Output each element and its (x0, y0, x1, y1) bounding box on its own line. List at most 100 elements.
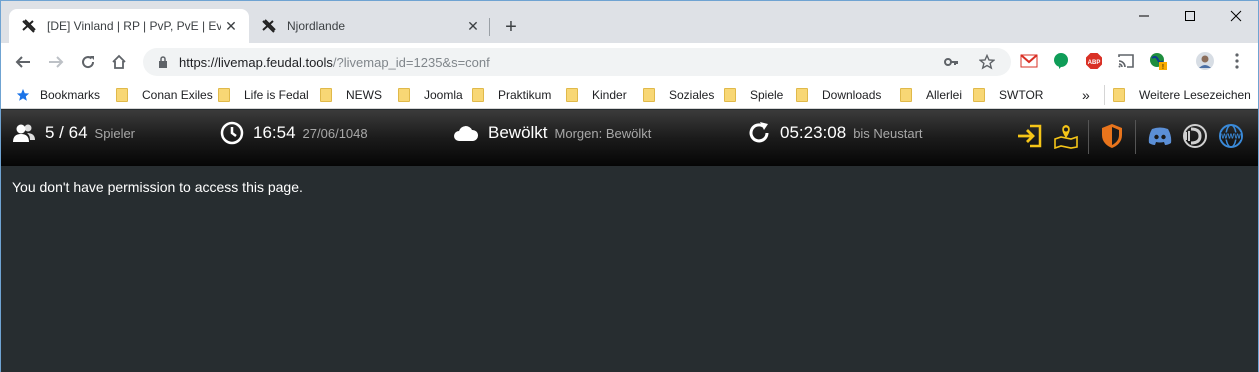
star-icon[interactable] (979, 54, 995, 70)
bookmarks-bar: Bookmarks Conan Exiles Life is Fedal NEW… (1, 81, 1258, 109)
bookmark-label: Bookmarks (40, 88, 101, 102)
page-content: You don't have permission to access this… (1, 166, 1258, 372)
new-tab-button[interactable]: + (499, 15, 523, 39)
close-tab-icon[interactable]: ✕ (221, 16, 241, 36)
player-count: 5 / 64 (45, 123, 88, 142)
shield-icon[interactable] (1099, 123, 1125, 149)
tab-strip: [DE] Vinland | RP | PvP, PvE | Events ✕ … (1, 1, 1258, 43)
bookmark-folder[interactable]: NEWS (320, 86, 382, 104)
bookmark-folder[interactable]: Conan Exiles (116, 86, 213, 104)
bookmark-folder[interactable]: Downloads (796, 86, 881, 104)
game-time: 16:54 (253, 123, 296, 142)
bookmarks-divider (1104, 85, 1105, 105)
folder-icon (973, 88, 985, 102)
restart-status: 05:23:08 bis Neustart (747, 110, 923, 156)
key-icon[interactable] (943, 54, 959, 70)
bookmarks-button[interactable]: Bookmarks (16, 86, 100, 104)
minimize-button[interactable] (1121, 1, 1167, 31)
bookmark-label: Conan Exiles (142, 88, 213, 102)
address-bar[interactable]: https://livemap.feudal.tools/?livemap_id… (143, 48, 1011, 76)
folder-icon (724, 88, 736, 102)
tab-title: [DE] Vinland | RP | PvP, PvE | Events (47, 19, 221, 33)
folder-icon (472, 88, 484, 102)
forward-button[interactable] (42, 48, 70, 76)
weather-forecast: Morgen: Bewölkt (554, 125, 652, 141)
header-divider (1135, 120, 1136, 154)
svg-text:!: ! (1162, 64, 1164, 71)
hangouts-icon[interactable] (1051, 51, 1071, 71)
player-label: Spieler (94, 125, 136, 141)
feudal-logo-icon (261, 18, 277, 34)
restart-icon (747, 121, 771, 145)
close-tab-icon[interactable]: ✕ (463, 16, 483, 36)
globe-extension-icon[interactable]: ! (1148, 51, 1168, 71)
bookmark-label: NEWS (346, 88, 382, 102)
bookmark-folder[interactable]: Joomla (398, 86, 463, 104)
cast-icon[interactable] (1116, 51, 1136, 71)
home-button[interactable] (105, 48, 133, 76)
bookmark-label: SWTOR (999, 88, 1044, 102)
maximize-button[interactable] (1167, 1, 1213, 31)
bookmark-label: Allerlei (926, 88, 963, 102)
weather-now: Bewölkt (488, 123, 548, 142)
login-icon[interactable] (1016, 123, 1042, 149)
folder-icon (116, 88, 128, 102)
svg-text:WWW: WWW (1221, 134, 1241, 141)
tab-divider (489, 18, 490, 36)
browser-toolbar: https://livemap.feudal.tools/?livemap_id… (1, 43, 1258, 81)
bookmark-folder[interactable]: Spiele (724, 86, 783, 104)
folder-icon (320, 88, 332, 102)
bookmark-folder[interactable]: Kinder (566, 86, 627, 104)
players-status: 5 / 64 Spieler (12, 110, 135, 156)
gmail-icon[interactable] (1019, 51, 1039, 71)
time-status: 16:54 27/06/1048 (220, 110, 368, 156)
map-marker-icon[interactable] (1053, 123, 1079, 149)
cloud-icon (453, 124, 479, 142)
header-divider (1088, 120, 1089, 154)
tab-title: Njordlande (287, 19, 346, 33)
clock-icon (220, 121, 244, 145)
bookmark-folder[interactable]: Soziales (643, 86, 714, 104)
tab-vinland[interactable]: [DE] Vinland | RP | PvP, PvE | Events ✕ (9, 9, 249, 43)
menu-icon[interactable] (1227, 51, 1247, 71)
reload-button[interactable] (74, 48, 102, 76)
adblock-icon[interactable]: ABP (1084, 51, 1104, 71)
restart-countdown: 05:23:08 (780, 123, 847, 142)
bookmark-label: Spiele (750, 88, 784, 102)
website-icon[interactable]: WWW (1218, 123, 1244, 149)
lock-icon[interactable] (155, 56, 171, 68)
folder-icon (900, 88, 912, 102)
tab-njordlande[interactable]: Njordlande ✕ (251, 9, 491, 43)
status-header: 5 / 64 Spieler 16:54 27/06/1048 Bewölkt … (1, 110, 1258, 166)
game-date: 27/06/1048 (302, 125, 368, 141)
folder-icon (566, 88, 578, 102)
folder-icon (398, 88, 410, 102)
restart-label: bis Neustart (853, 125, 923, 141)
folder-icon (1113, 88, 1125, 102)
other-bookmarks-folder[interactable]: Weitere Lesezeichen (1113, 86, 1251, 104)
bookmark-label: Joomla (424, 88, 463, 102)
bookmark-folder[interactable]: Praktikum (472, 86, 551, 104)
bookmarks-overflow-button[interactable]: » (1082, 86, 1090, 104)
bookmark-label: Praktikum (498, 88, 552, 102)
teamspeak-icon[interactable] (1182, 123, 1208, 149)
bookmark-folder[interactable]: Allerlei (900, 86, 962, 104)
browser-window: [DE] Vinland | RP | PvP, PvE | Events ✕ … (0, 0, 1259, 372)
permission-message: You don't have permission to access this… (12, 179, 303, 195)
folder-icon (218, 88, 230, 102)
feudal-logo-icon (21, 18, 37, 34)
folder-icon (796, 88, 808, 102)
folder-icon (643, 88, 655, 102)
discord-icon[interactable] (1147, 123, 1173, 149)
bookmark-folder[interactable]: Life is Fedal (218, 86, 309, 104)
bookmark-folder[interactable]: SWTOR (973, 86, 1043, 104)
profile-avatar[interactable] (1195, 51, 1215, 71)
url-text: https://livemap.feudal.tools/?livemap_id… (179, 54, 490, 70)
back-button[interactable] (9, 48, 37, 76)
star-icon (16, 88, 30, 101)
bookmark-label: Downloads (822, 88, 882, 102)
users-icon (12, 123, 36, 143)
svg-text:ABP: ABP (1088, 60, 1101, 66)
close-window-button[interactable] (1213, 1, 1259, 31)
bookmark-label: Weitere Lesezeichen (1139, 88, 1251, 102)
